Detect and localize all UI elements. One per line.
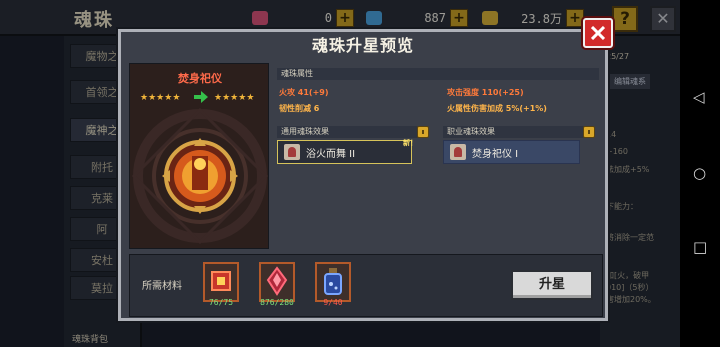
upgrade-star-button[interactable]: 升星 bbox=[511, 270, 593, 300]
star-icon: ★ bbox=[172, 93, 181, 103]
general-effect-slot[interactable]: 浴火而舞 II bbox=[277, 140, 412, 164]
system-navigation-bar: ◁ ○ □ bbox=[680, 0, 720, 347]
orb-image bbox=[150, 126, 250, 226]
red-gem-material-icon bbox=[211, 271, 231, 291]
back-nav-button[interactable]: ◁ bbox=[693, 88, 705, 106]
attr-fire-damage-bonus: 火属性伤害加成 5%(+1%) bbox=[447, 104, 547, 113]
recent-apps-nav-button[interactable]: □ bbox=[693, 238, 707, 256]
material-slot-1[interactable] bbox=[203, 262, 239, 302]
new-badge: 新！ bbox=[403, 139, 417, 147]
material-count-2: 876/280 bbox=[260, 298, 294, 307]
red-crystal-material-icon bbox=[266, 266, 288, 296]
star-icon: ★ bbox=[156, 93, 165, 103]
star-icon: ★ bbox=[148, 93, 157, 103]
star-icon: ★ bbox=[238, 93, 247, 103]
arrow-right-icon bbox=[194, 91, 208, 103]
general-effect-header: 通用魂珠效果 bbox=[277, 126, 425, 138]
class-effect-slot[interactable]: 焚身祀仪 I bbox=[443, 140, 580, 164]
stars-before: ★ ★ ★ ★ ★ bbox=[140, 94, 180, 103]
skill-icon bbox=[284, 144, 300, 160]
skill-icon bbox=[450, 144, 466, 160]
star-icon: ★ bbox=[230, 93, 239, 103]
star-upgrade-preview-dialog: 魂珠升星预览 焚身祀仪 ★ ★ ★ ★ ★ ★ ★ ★ ★ ★ 魂珠属性 火攻 … bbox=[118, 29, 608, 321]
orb-name: 焚身祀仪 bbox=[178, 72, 222, 85]
attr-attack-power: 攻击强度 110(+25) bbox=[447, 88, 524, 97]
star-icon: ★ bbox=[140, 93, 149, 103]
materials-label: 所需材料 bbox=[142, 281, 182, 292]
game-screen: 魂珠 0 + 887 + 23.8万 + ? ✕ 魔物之 首领之 魔神之 附托 … bbox=[0, 0, 720, 347]
orb-preview-panel: 焚身祀仪 ★ ★ ★ ★ ★ ★ ★ ★ ★ ★ bbox=[129, 63, 269, 249]
attributes-header: 魂珠属性 bbox=[277, 68, 599, 80]
star-icon: ★ bbox=[214, 93, 223, 103]
material-count-1: 76/75 bbox=[208, 298, 234, 307]
attr-toughness-reduce: 韧性削减 6 bbox=[279, 104, 320, 113]
dialog-close-button[interactable] bbox=[583, 18, 613, 48]
potion-material-icon bbox=[324, 268, 342, 295]
material-slot-2[interactable] bbox=[259, 262, 295, 302]
attr-fire-attack: 火攻 41(+9) bbox=[279, 88, 329, 97]
class-effect-name: 焚身祀仪 I bbox=[472, 148, 519, 160]
star-icon: ★ bbox=[246, 93, 255, 103]
dialog-title: 魂珠升星预览 bbox=[311, 36, 414, 55]
material-count-3: 9/40 bbox=[323, 298, 343, 307]
general-effect-info-icon[interactable] bbox=[417, 126, 429, 138]
material-slot-3[interactable] bbox=[315, 262, 351, 302]
class-effect-info-icon[interactable] bbox=[583, 126, 595, 138]
general-effect-name: 浴火而舞 II bbox=[306, 148, 356, 160]
home-nav-button[interactable]: ○ bbox=[693, 164, 706, 182]
stars-after: ★ ★ ★ ★ ★ bbox=[214, 94, 254, 103]
materials-bar: 所需材料 76/75 876/280 9/40 升星 bbox=[129, 254, 603, 317]
close-icon bbox=[591, 26, 605, 40]
star-icon: ★ bbox=[164, 93, 173, 103]
class-effect-header: 职业魂珠效果 bbox=[443, 126, 591, 138]
star-icon: ★ bbox=[222, 93, 231, 103]
